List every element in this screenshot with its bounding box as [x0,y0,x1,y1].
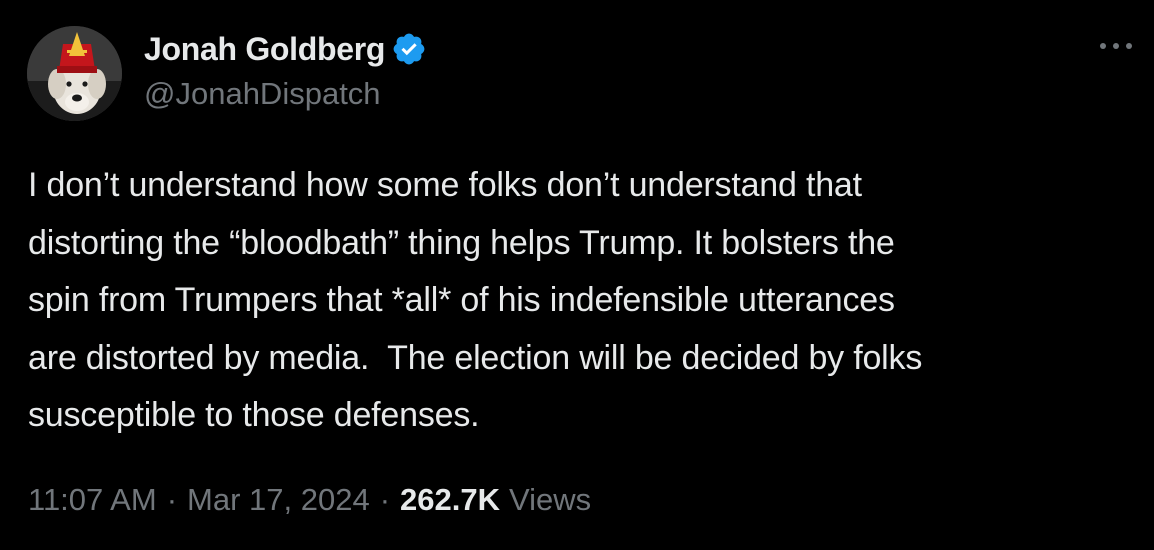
tweet-text: I don’t understand how some folks don’t … [28,157,1138,445]
author-name-row: Jonah Goldberg [144,27,427,71]
tweet-date: Mar 17, 2024 [187,482,370,517]
ellipsis-icon[interactable] [1100,34,1132,58]
tweet-meta: 11:07 AM · Mar 17, 2024 · 262.7K Views [28,482,591,518]
verified-badge-icon[interactable] [391,31,427,67]
meta-separator: · [379,482,391,517]
tweet-time: 11:07 AM [28,482,157,517]
dog-avatar-icon [27,26,122,121]
ellipsis-dot [1113,43,1119,49]
tweet-text-line: spin from Trumpers that *all* of his ind… [28,281,895,319]
tweet-views-link[interactable]: 262.7K Views [400,482,591,518]
tweet-text-line: distorting the “bloodbath” thing helps T… [28,223,895,262]
tweet-text-line: I don’t understand how some folks don’t … [28,166,862,204]
meta-separator: · [166,482,178,517]
author-display-name[interactable]: Jonah Goldberg [144,31,385,68]
ellipsis-dot [1100,43,1106,49]
author-avatar[interactable] [27,26,122,121]
tweet-card: Jonah Goldberg @JonahDispatch I don’t un… [0,0,1154,550]
tweet-timestamp[interactable]: 11:07 AM · Mar 17, 2024 [28,482,370,518]
ellipsis-dot [1126,43,1132,49]
views-count: 262.7K [400,482,500,517]
author-handle[interactable]: @JonahDispatch [144,76,381,112]
tweet-text-line: are distorted by media. The election wil… [28,338,923,377]
tweet-text-line: susceptible to those defenses. [28,396,480,434]
views-label: Views [508,482,592,517]
